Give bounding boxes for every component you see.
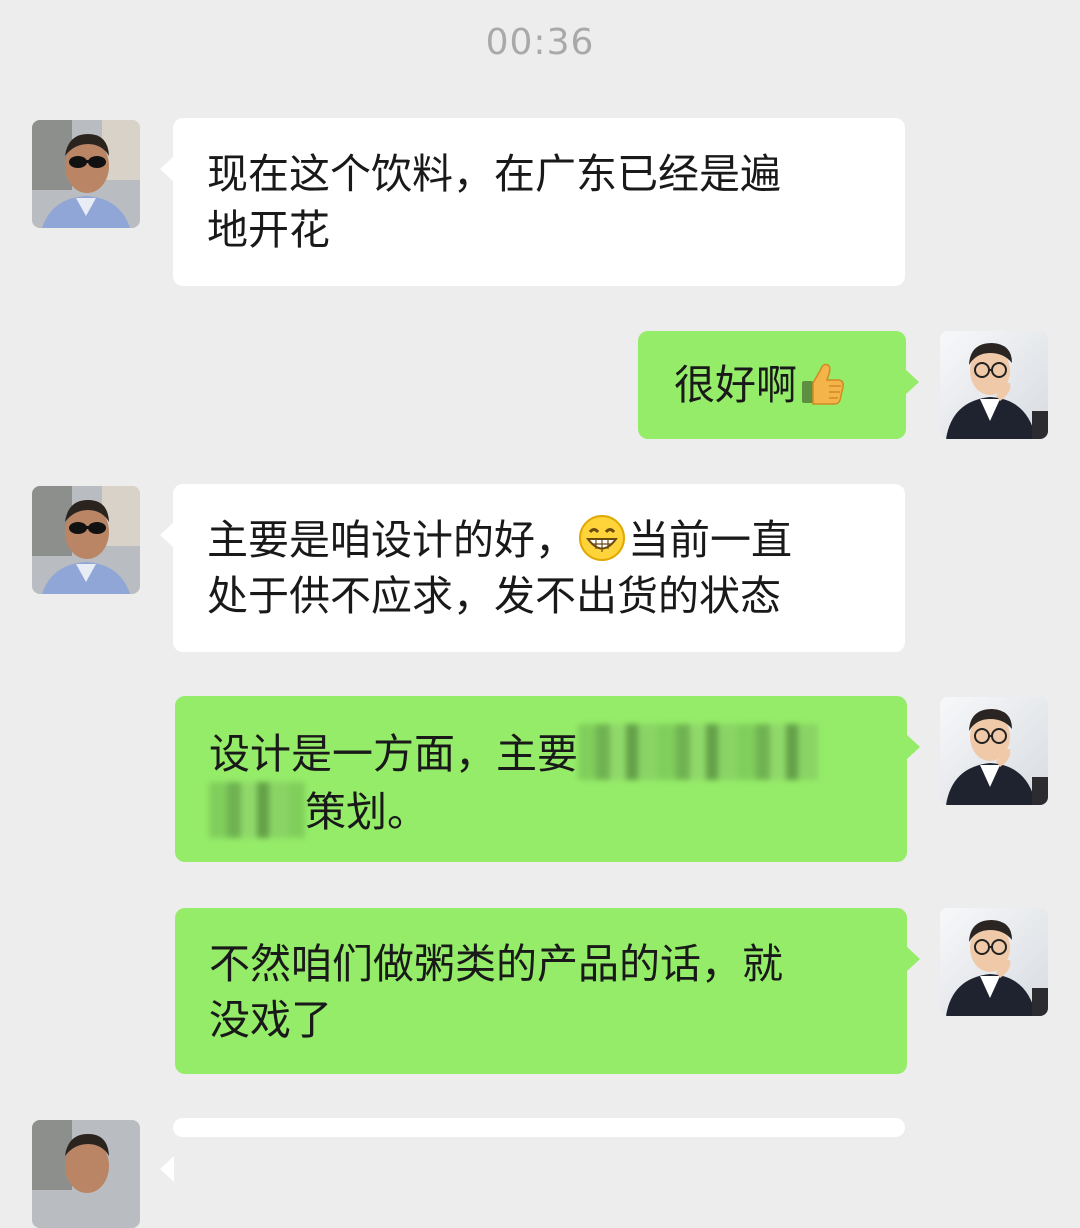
my-avatar[interactable] — [940, 697, 1048, 805]
message-bubble-incoming[interactable]: 主要是咱设计的好， 当前一直 处于供不应求，发不出货的状态 — [160, 484, 905, 652]
redacted-text-mosaic — [209, 782, 305, 838]
grinning-face-icon — [579, 515, 625, 561]
message-bubble-outgoing[interactable]: 设计是一方面，主要 策划。 — [175, 696, 920, 862]
message-text: 主要是咱设计的好， — [207, 516, 576, 564]
contact-avatar[interactable] — [32, 1120, 140, 1228]
contact-avatar[interactable] — [32, 120, 140, 228]
message-timestamp: 00:36 — [485, 22, 595, 63]
message-text: 当前一直 — [628, 516, 792, 564]
contact-avatar[interactable] — [32, 486, 140, 594]
message-text: 设计是一方面，主要 — [209, 730, 578, 778]
message-bubble-incoming[interactable]: 现在这个饮料，在广东已经是遍 地开花 — [160, 118, 905, 286]
my-avatar[interactable] — [940, 908, 1048, 1016]
message-text: 很好啊 — [674, 361, 797, 409]
redacted-text-mosaic — [578, 724, 818, 780]
message-text-line: 现在这个饮料，在广东已经是遍 — [207, 150, 781, 198]
message-text-line: 不然咱们做粥类的产品的话，就 — [209, 940, 783, 988]
message-bubble-outgoing[interactable]: 很好啊 — [638, 331, 919, 439]
message-text: 策划。 — [305, 788, 428, 836]
message-bubble-incoming[interactable] — [160, 1118, 905, 1182]
message-text-line: 没戏了 — [209, 996, 332, 1044]
message-bubble-outgoing[interactable]: 不然咱们做粥类的产品的话，就 没戏了 — [175, 908, 920, 1074]
thumbs-up-icon — [802, 363, 844, 405]
message-text-line: 地开花 — [207, 206, 330, 254]
my-avatar[interactable] — [940, 331, 1048, 439]
message-text-line: 处于供不应求，发不出货的状态 — [207, 572, 781, 620]
